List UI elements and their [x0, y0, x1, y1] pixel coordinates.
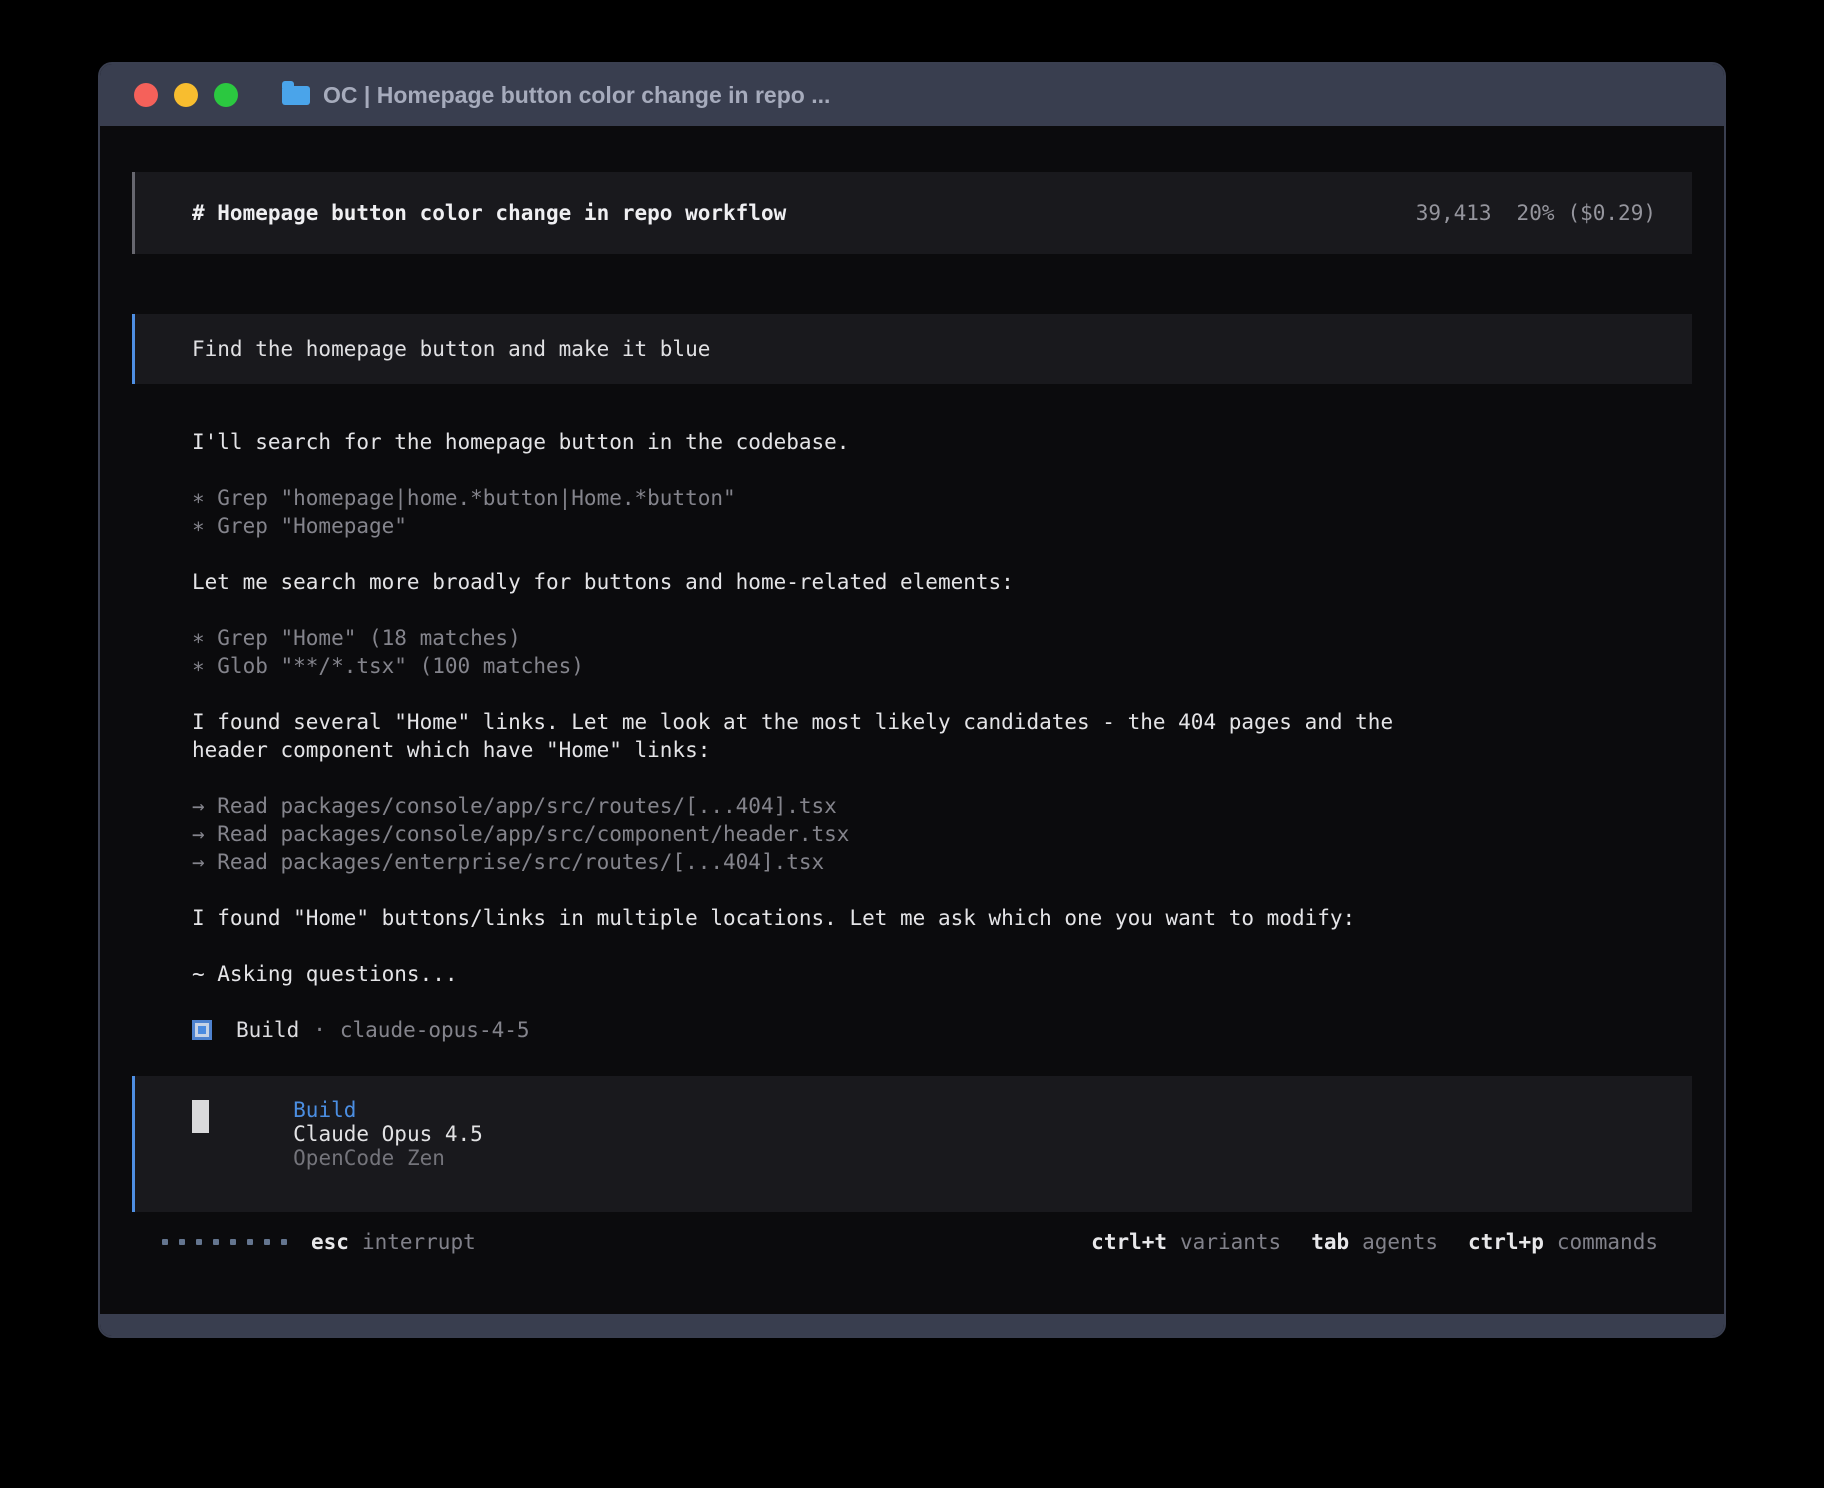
footer-shortcuts: ctrl+t variants tab agents ctrl+p comman… — [1091, 1230, 1658, 1254]
esc-key-hint: esc — [311, 1230, 349, 1254]
agent-status-line: Build · claude-opus-4-5 — [192, 1016, 1692, 1044]
spinner-dots-icon — [162, 1239, 287, 1245]
status-footer: esc interrupt ctrl+t variants tab agents… — [132, 1228, 1692, 1256]
session-cost: ($0.29) — [1567, 201, 1656, 225]
context-percent: 20% — [1517, 201, 1555, 225]
prompt-input[interactable]: Build Claude Opus 4.5 OpenCode Zen — [132, 1076, 1692, 1212]
folder-icon — [282, 86, 310, 105]
token-count: 39,413 — [1416, 201, 1492, 225]
input-meta: Build Claude Opus 4.5 OpenCode Zen — [192, 1074, 496, 1194]
input-provider-label: OpenCode Zen — [293, 1146, 445, 1170]
minimize-button[interactable] — [174, 83, 198, 107]
user-message-text: Find the homepage button and make it blu… — [192, 337, 710, 361]
conversation-transcript: I'll search for the homepage button in t… — [192, 428, 1692, 988]
window-controls — [134, 83, 238, 107]
input-agent-label: Build — [293, 1098, 356, 1122]
assistant-text-line: Let me search more broadly for buttons a… — [192, 568, 1692, 596]
assistant-text-line: I found "Home" buttons/links in multiple… — [192, 904, 1692, 932]
shortcut-variants: ctrl+t variants — [1091, 1230, 1281, 1254]
tool-call-line: ∗ Grep "Homepage" — [192, 512, 1692, 540]
tool-call-line: ∗ Glob "**/*.tsx" (100 matches) — [192, 652, 1692, 680]
session-meta: 39,413 20% ($0.29) — [1416, 201, 1656, 225]
session-title: # Homepage button color change in repo w… — [192, 201, 786, 225]
assistant-text-line: I found several "Home" links. Let me loo… — [192, 708, 1692, 736]
separator-dot: · — [313, 1018, 326, 1042]
model-id: claude-opus-4-5 — [340, 1018, 530, 1042]
input-model-label: Claude Opus 4.5 — [293, 1122, 483, 1146]
close-button[interactable] — [134, 83, 158, 107]
shortcut-commands: ctrl+p commands — [1468, 1230, 1658, 1254]
window-title: OC | Homepage button color change in rep… — [323, 82, 830, 109]
esc-key-label: interrupt — [362, 1230, 476, 1254]
agent-name: Build — [236, 1018, 299, 1042]
shortcut-agents: tab agents — [1311, 1230, 1438, 1254]
user-message: Find the homepage button and make it blu… — [132, 314, 1692, 384]
tool-call-line: → Read packages/enterprise/src/routes/[.… — [192, 848, 1692, 876]
session-header: # Homepage button color change in repo w… — [132, 172, 1692, 254]
zoom-button[interactable] — [214, 83, 238, 107]
assistant-text-line: I'll search for the homepage button in t… — [192, 428, 1692, 456]
assistant-status-line: ~ Asking questions... — [192, 960, 1692, 988]
tool-call-line: → Read packages/console/app/src/componen… — [192, 820, 1692, 848]
assistant-text-line: header component which have "Home" links… — [192, 736, 1692, 764]
tool-call-line: ∗ Grep "homepage|home.*button|Home.*butt… — [192, 484, 1692, 512]
footer-left: esc interrupt — [162, 1230, 476, 1254]
window-bottom-frame — [100, 1314, 1724, 1336]
tool-call-line: ∗ Grep "Home" (18 matches) — [192, 624, 1692, 652]
window-titlebar[interactable]: OC | Homepage button color change in rep… — [100, 64, 1724, 126]
terminal-content: # Homepage button color change in repo w… — [100, 126, 1724, 1314]
terminal-window: OC | Homepage button color change in rep… — [98, 62, 1726, 1338]
build-agent-icon — [192, 1020, 212, 1040]
tool-call-line: → Read packages/console/app/src/routes/[… — [192, 792, 1692, 820]
